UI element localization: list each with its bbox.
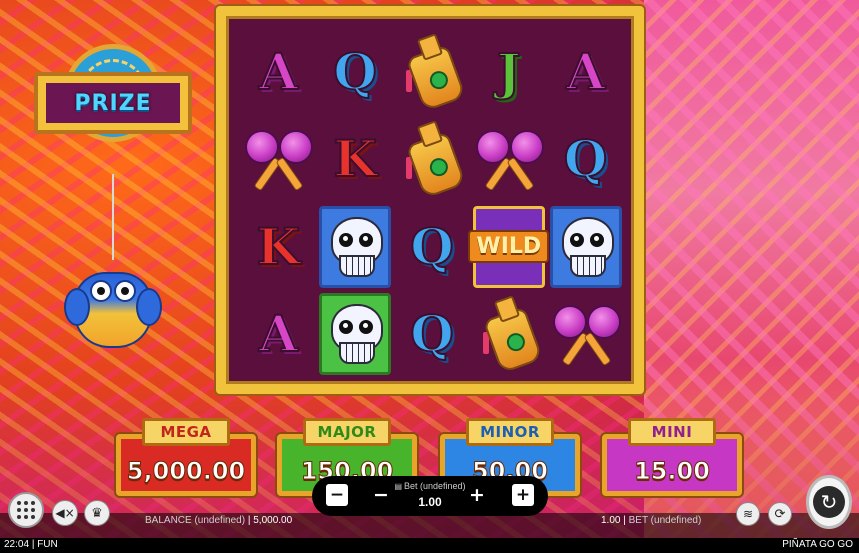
reel-cell: Q: [317, 28, 394, 116]
reel-cell: [470, 291, 547, 379]
symbol-maracas: [475, 126, 544, 192]
reel-cell: Q: [394, 291, 471, 379]
autoplay-button[interactable]: ⟳: [768, 502, 792, 526]
bet-max-button[interactable]: +: [512, 484, 534, 506]
reel-cell: J: [470, 28, 547, 116]
sound-muted-icon: ◀×: [55, 506, 75, 520]
jackpot-mini-value: 15.00: [634, 457, 711, 486]
symbol-skull-blue: [319, 205, 392, 288]
jackpot-mega-value: 5,000.00: [126, 457, 246, 486]
balance-display: BALANCE (undefined) | 5,000.00: [145, 515, 293, 526]
symbol-letter-q: Q: [563, 129, 609, 189]
symbol-letter-j: J: [496, 41, 522, 101]
bet-increase-button[interactable]: +: [466, 482, 488, 508]
bet-display-label: BET (undefined): [628, 515, 702, 526]
reel-cell: [240, 116, 317, 204]
prize-label: PRIZE: [74, 90, 152, 116]
balance-value: 5,000.00: [253, 515, 293, 526]
symbol-letter-a: A: [565, 41, 606, 101]
symbol-maracas: [245, 126, 314, 192]
pinata-wing-left: [64, 288, 90, 326]
reel-cell: A: [547, 28, 624, 116]
symbol-letter-k: K: [332, 129, 377, 189]
jackpot-major-label: MAJOR: [317, 423, 377, 441]
symbol-wild: WILD: [468, 205, 550, 288]
reel-cell: [547, 291, 624, 379]
jackpot-mega: 5,000.00 MEGA: [116, 418, 256, 496]
status-bar: [0, 538, 859, 553]
symbol-tequila-pinata: [405, 32, 467, 112]
symbol-maracas: [552, 301, 621, 367]
reel-cell: [317, 291, 394, 379]
spin-button[interactable]: ↻: [806, 475, 852, 529]
symbol-tequila-pinata: [405, 120, 467, 200]
wild-label: WILD: [468, 230, 550, 264]
pinata-wing-right: [136, 288, 162, 326]
coin-stack-icon: ≋: [742, 507, 754, 521]
reel-cell: [317, 203, 394, 291]
reel-cell: [470, 116, 547, 204]
symbol-letter-q: Q: [332, 41, 378, 101]
prize-board: PRIZE: [34, 72, 192, 134]
pinata-string: [112, 174, 114, 260]
symbol-letter-a: A: [258, 304, 299, 364]
symbol-skull-blue: [549, 205, 622, 288]
trophy-icon: ♛: [91, 505, 103, 521]
prize-board-inner: PRIZE: [46, 83, 180, 123]
reel-grid: A Q J A K Q K Q WILD A Q: [240, 28, 624, 378]
reel-cell: A: [240, 291, 317, 379]
sound-button[interactable]: ◀×: [52, 500, 78, 526]
jackpot-mini-tag: MINI: [628, 418, 716, 446]
jackpot-minor-label: MINOR: [480, 423, 540, 441]
status-mode: FUN: [37, 539, 58, 550]
bet-panel: − − ▤ Bet (undefined) 1.00 + +: [312, 476, 548, 516]
reel-cell: K: [317, 116, 394, 204]
symbol-tequila-pinata: [482, 295, 544, 375]
pinata-bird: [64, 252, 162, 352]
game-title: PIÑATA GO GO: [782, 539, 853, 550]
symbol-letter-a: A: [258, 41, 299, 101]
menu-button[interactable]: [8, 492, 44, 528]
bet-display: 1.00 | BET (undefined): [601, 515, 702, 526]
jackpot-mega-tag: MEGA: [142, 418, 230, 446]
reel-cell: Q: [547, 116, 624, 204]
autoplay-icon: ⟳: [774, 506, 786, 522]
symbol-letter-q: Q: [409, 304, 455, 364]
reel-cell: [394, 116, 471, 204]
symbol-letter-q: Q: [409, 216, 455, 276]
menu-grid-icon: [17, 501, 35, 519]
reel-cell: [394, 28, 471, 116]
reel-cell: K: [240, 203, 317, 291]
reel-cell: A: [240, 28, 317, 116]
prize-sign: PRIZE: [34, 44, 192, 174]
spin-arrows-icon: ↻: [813, 486, 845, 518]
reel-cell: Q: [394, 203, 471, 291]
jackpot-mini: 15.00 MINI: [602, 418, 742, 496]
pinata-eye-left: [90, 280, 112, 302]
trophy-button[interactable]: ♛: [84, 500, 110, 526]
bet-label: Bet (undefined): [404, 481, 466, 491]
bet-display-value: 1.00: [601, 515, 621, 526]
jackpot-mini-label: MINI: [651, 423, 693, 441]
pinata-eye-right: [114, 280, 136, 302]
status-time: 22:04: [4, 539, 30, 550]
reel-cell: WILD: [468, 203, 550, 291]
coin-stack-small-icon: ▤: [394, 482, 402, 491]
balance-label: BALANCE (undefined): [145, 515, 246, 526]
jackpot-mega-label: MEGA: [160, 423, 212, 441]
jackpot-minor-tag: MINOR: [466, 418, 554, 446]
status-left: 22:04 | FUN: [4, 539, 58, 550]
jackpot-major-tag: MAJOR: [303, 418, 391, 446]
reel-cell: [547, 203, 624, 291]
symbol-letter-k: K: [256, 216, 301, 276]
symbol-skull-green: [319, 293, 392, 376]
coin-value-button[interactable]: ≋: [736, 502, 760, 526]
